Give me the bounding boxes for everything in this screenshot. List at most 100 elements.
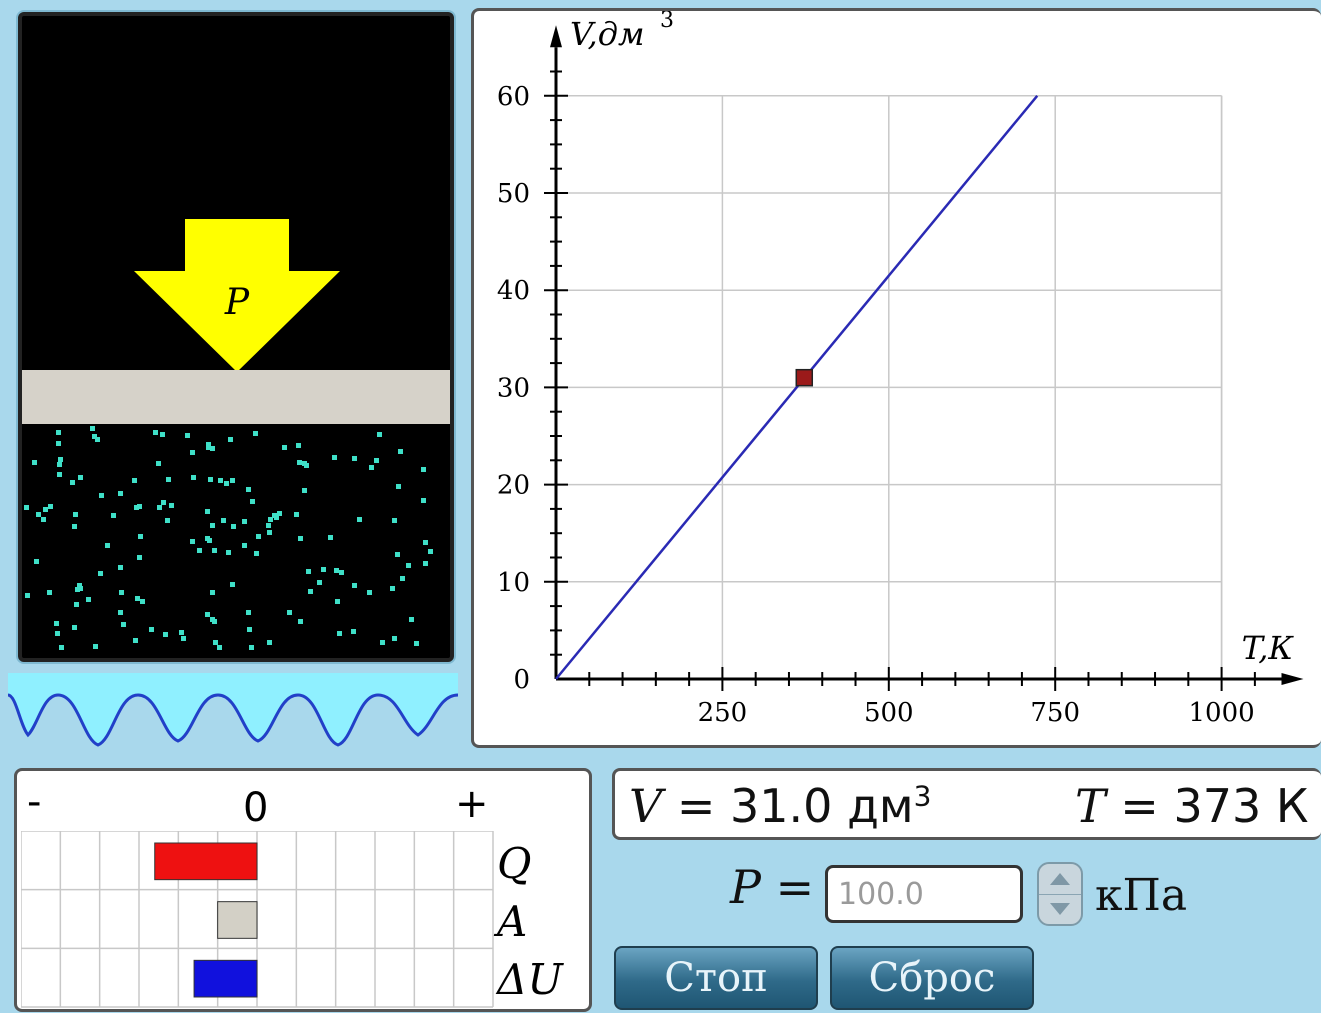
gas-particle (48, 504, 53, 509)
x-tick-label: 250 (698, 698, 748, 728)
gas-particle (191, 475, 196, 480)
piston[interactable] (22, 370, 450, 424)
y-tick-label: 60 (497, 82, 530, 112)
volume-value: = 31.0 дм (662, 779, 914, 833)
pressure-unit: кПа (1095, 870, 1188, 921)
gas-particle (334, 568, 339, 573)
gas-particle (282, 445, 287, 450)
pressure-arrow-label: P (224, 282, 250, 323)
pressure-input[interactable] (825, 865, 1023, 923)
gas-particle (72, 625, 77, 630)
y-tick-label: 0 (513, 665, 530, 695)
pressure-symbol: P (730, 860, 761, 914)
x-tick-label: 500 (864, 698, 914, 728)
gas-particle (98, 571, 103, 576)
gas-particle (213, 640, 218, 645)
reset-button[interactable]: Сброс (830, 946, 1034, 1010)
gas-particle (218, 478, 223, 483)
gas-particle (118, 491, 123, 496)
gas-particle (321, 567, 326, 572)
volume-symbol: V (629, 779, 663, 833)
gas-particle (337, 631, 342, 636)
gas-particle (57, 472, 62, 477)
gas-particle (119, 590, 124, 595)
pressure-eq: = (760, 860, 815, 914)
gas-particle (99, 493, 104, 498)
gas-particle (296, 443, 301, 448)
gas-particle (335, 599, 340, 604)
heater (8, 673, 458, 747)
gas-particle (421, 467, 426, 472)
gas-particle (267, 530, 272, 535)
gas-particle (179, 630, 184, 635)
energy-bars-grid (21, 831, 494, 1008)
gas-particle (165, 518, 170, 523)
volume-readout: V = 31.0 дм3 (629, 779, 931, 833)
gas-particle (392, 518, 397, 523)
gas-particle (118, 565, 123, 570)
gas-particle (47, 590, 52, 595)
gas-particle (396, 484, 401, 489)
gas-particle (90, 426, 95, 431)
gas-particle (70, 480, 75, 485)
gas-particle (351, 629, 356, 634)
piston-cylinder-view: P (18, 12, 454, 662)
gas-particle (242, 519, 247, 524)
gas-particle (54, 621, 59, 626)
gas-particle (161, 500, 166, 505)
gas-particle (137, 555, 142, 560)
gas-particle (205, 536, 210, 541)
gas-particle (246, 487, 251, 492)
gas-particle (190, 539, 195, 544)
pressure-increment-button[interactable] (1039, 864, 1081, 895)
gas-particle (332, 455, 337, 460)
gas-particle (210, 590, 215, 595)
y-axis-label: V,дм (570, 15, 645, 53)
gas-particles (24, 426, 433, 650)
gas-particle (210, 523, 215, 528)
gas-particle (253, 431, 258, 436)
gas-particle (93, 644, 98, 649)
gas-particle (59, 645, 64, 650)
pressure-label: P = (730, 860, 814, 914)
gas-particle (135, 596, 140, 601)
x-tick-label: 750 (1030, 698, 1080, 728)
gas-particle (306, 569, 311, 574)
gas-particle (25, 593, 30, 598)
gas-particle (132, 478, 137, 483)
gas-particle (92, 434, 97, 439)
gas-particle (166, 477, 171, 482)
gas-particle (86, 597, 91, 602)
energy-balance-panel: - 0 + Q A ΔU (14, 768, 592, 1012)
gas-particle (206, 445, 211, 450)
gas-particle (339, 570, 344, 575)
gas-particle (367, 590, 372, 595)
state-readout: V = 31.0 дм3 T = 373 К (612, 768, 1321, 840)
gas-particle (294, 512, 299, 517)
gas-particle (392, 636, 397, 641)
gas-particle (409, 617, 414, 622)
gas-particle (298, 536, 303, 541)
gas-particle (149, 627, 154, 632)
vt-chart: 250 500 750 1000 0 10 20 30 40 50 60 T,К V,дм 3 (497, 11, 1304, 728)
gas-particle (398, 449, 403, 454)
plus-label: + (455, 781, 489, 827)
pressure-decrement-button[interactable] (1039, 894, 1081, 924)
gas-particle (298, 619, 303, 624)
gas-particle (133, 638, 138, 643)
stop-button[interactable]: Стоп (614, 946, 818, 1010)
gas-particle (406, 563, 411, 568)
gas-particle (390, 586, 395, 591)
y-tick-label: 10 (497, 568, 530, 598)
gas-particle (374, 458, 379, 463)
gas-particle (118, 610, 123, 615)
gas-particle (73, 512, 78, 517)
pressure-stepper[interactable] (1037, 862, 1083, 926)
gas-particle (169, 503, 174, 508)
gas-particle (137, 504, 142, 509)
gas-particle (24, 505, 29, 510)
gas-particle (228, 437, 233, 442)
gas-particle (304, 463, 309, 468)
gas-particle (272, 513, 277, 518)
gas-particle (230, 582, 235, 587)
